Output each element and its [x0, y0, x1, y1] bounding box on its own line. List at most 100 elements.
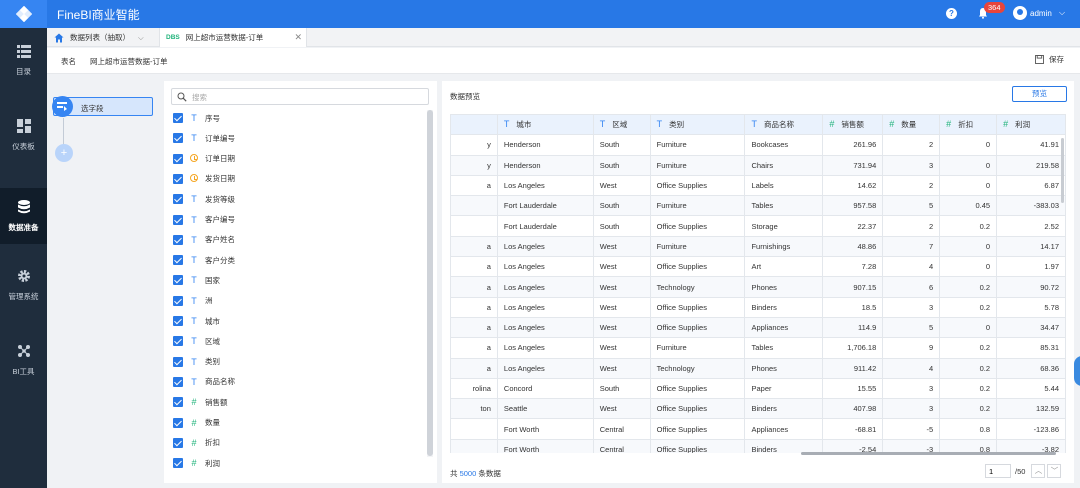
table-row[interactable]: a Los Angeles West Office Supplies Art 7.28 4 0… — [450, 256, 1066, 278]
checkbox-checked-icon[interactable] — [173, 173, 183, 184]
table-row[interactable]: a Los Angeles West Technology Phones 907.15 6 0… — [450, 276, 1066, 298]
chevron-up-icon[interactable]: ︿ — [1031, 464, 1046, 478]
checkbox-checked-icon[interactable] — [173, 295, 183, 306]
column-header[interactable]: # 折扣 — [939, 114, 998, 136]
nav-item-admin[interactable]: 管理系统 — [0, 260, 47, 310]
checkbox-checked-icon[interactable] — [173, 255, 183, 266]
checkbox-checked-icon[interactable] — [173, 113, 183, 123]
column-header[interactable]: # 销售额 — [822, 114, 884, 136]
table-row[interactable]: a Los Angeles West Furniture Furnishings 48.8… — [450, 235, 1066, 258]
chevron-down-icon[interactable]: ⌵ — [1059, 8, 1065, 18]
checkbox-checked-icon[interactable] — [173, 234, 183, 245]
close-icon[interactable]: ✕ — [294, 32, 302, 43]
list-icon — [16, 44, 31, 58]
add-step-button[interactable]: + — [55, 144, 73, 162]
column-header[interactable] — [450, 114, 498, 136]
table-row[interactable]: a Los Angeles West Office Supplies Appliance… — [450, 316, 1066, 339]
app-logo[interactable] — [0, 0, 47, 28]
table-row[interactable]: Fort Lauderdale South Office Supplies Stora… — [450, 215, 1066, 237]
username[interactable]: admin — [1030, 9, 1052, 18]
table-cell: Phones — [744, 357, 824, 379]
field-item[interactable]: T 国家 — [173, 273, 220, 287]
checkbox-checked-icon[interactable] — [173, 397, 183, 408]
column-header[interactable]: T 城市 — [496, 114, 594, 136]
field-item[interactable]: # 利润 — [173, 456, 220, 470]
checkbox-checked-icon[interactable] — [173, 133, 183, 144]
column-header[interactable]: T 类别 — [649, 114, 746, 136]
checkbox-checked-icon[interactable] — [173, 417, 183, 428]
column-name: 商品名称 — [763, 120, 794, 130]
nav-item-label: BI工具 — [12, 366, 35, 376]
field-item[interactable]: # 数量 — [173, 416, 220, 430]
column-header[interactable]: T 区域 — [592, 114, 651, 136]
vertical-scrollbar[interactable] — [1061, 138, 1064, 203]
checkbox-checked-icon[interactable] — [173, 376, 183, 387]
table-cell: Paper — [744, 377, 824, 400]
field-item[interactable]: 订单日期 — [173, 152, 235, 166]
table-row[interactable]: y Henderson South Furniture Bookcases 261.96 2… — [450, 134, 1066, 156]
checkbox-checked-icon[interactable] — [173, 437, 183, 448]
table-cell: Office Supplies — [649, 438, 746, 453]
table-row[interactable]: y Henderson South Furniture Chairs 731.94 3 0 21… — [450, 154, 1066, 176]
field-item[interactable]: T 发货等级 — [173, 192, 235, 206]
text-type-icon: T — [191, 316, 197, 326]
field-item[interactable]: T洲 — [173, 294, 213, 308]
checkbox-checked-icon[interactable] — [173, 214, 183, 225]
field-item[interactable]: T 序号 — [173, 111, 220, 125]
column-header[interactable]: # 利润 — [996, 114, 1066, 136]
field-search[interactable] — [171, 88, 429, 105]
field-item[interactable]: T 城市 — [173, 314, 220, 328]
preview-button[interactable]: 预览 — [1012, 86, 1067, 102]
search-input[interactable] — [192, 91, 422, 103]
floating-assistant-icon[interactable] — [1074, 356, 1080, 386]
save-button[interactable]: 保存 — [1035, 54, 1064, 65]
nav-item-bi-tools[interactable]: BI工具 — [0, 335, 47, 385]
avatar[interactable] — [1013, 6, 1027, 20]
field-item[interactable]: T 客户姓名 — [173, 233, 235, 247]
checkbox-checked-icon[interactable] — [173, 194, 183, 205]
field-list-scrollbar[interactable] — [427, 110, 433, 457]
table-cell: 9 — [882, 337, 941, 359]
table-name-value[interactable]: 网上超市运营数据-订单 — [90, 56, 168, 67]
page-input[interactable] — [985, 464, 1011, 478]
field-item[interactable]: T 区域 — [173, 334, 220, 348]
column-header[interactable]: T 商品名称 — [744, 114, 824, 136]
chevron-down-icon[interactable]: ⌵ — [138, 33, 144, 43]
checkbox-checked-icon[interactable] — [173, 275, 183, 286]
table-row[interactable]: ton Seattle West Office Supplies Binders 407.… — [450, 398, 1066, 420]
table-row[interactable]: a Los Angeles West Office Supplies Binders 18… — [450, 296, 1066, 318]
select-fields-node[interactable]: 选字段 — [52, 96, 153, 117]
table-row[interactable]: a Los Angeles West Furniture Tables 1,706.18 9… — [450, 337, 1066, 359]
tab-data-list[interactable]: 数据列表（抽取） ⌵ — [47, 28, 159, 47]
column-header[interactable]: # 数量 — [882, 114, 941, 136]
field-item[interactable]: T 商品名称 — [173, 375, 235, 389]
field-item[interactable]: # 折扣 — [173, 436, 220, 450]
checkbox-checked-icon[interactable] — [173, 336, 183, 347]
checkbox-checked-icon[interactable] — [173, 458, 183, 469]
table-row[interactable]: Fort Worth Central Office Supplies Binders -… — [450, 438, 1066, 453]
field-item[interactable]: 发货日期 — [173, 172, 235, 186]
field-item[interactable]: # 销售额 — [173, 395, 228, 409]
field-item[interactable]: T 类别 — [173, 355, 220, 369]
chevron-down-icon[interactable]: ﹀ — [1047, 464, 1062, 478]
table-row[interactable]: rolina Concord South Office Supplies Paper 15… — [450, 377, 1066, 400]
table-row[interactable]: a Los Angeles West Office Supplies Labels 14.… — [450, 174, 1066, 197]
nav-item-dashboard[interactable]: 仪表板 — [0, 110, 47, 160]
table-row[interactable]: Fort Lauderdale South Furniture Tables 957.5… — [450, 195, 1066, 217]
checkbox-checked-icon[interactable] — [173, 316, 183, 326]
tab-order-table[interactable]: DBS 网上超市运营数据-订单 ✕ — [159, 28, 307, 47]
field-item[interactable]: T 客户编号 — [173, 213, 235, 227]
table-row[interactable]: Fort Worth Central Office Supplies Applianc… — [450, 418, 1066, 440]
nav-item-catalog[interactable]: 目录 — [0, 35, 47, 85]
field-item[interactable]: T 客户分类 — [173, 253, 235, 267]
field-name: 订单日期 — [205, 154, 235, 164]
checkbox-checked-icon[interactable] — [173, 356, 183, 367]
nav-item-data-prep[interactable]: 数据准备 — [0, 188, 47, 244]
table-row[interactable]: a Los Angeles West Technology Phones 911.42 4 0… — [450, 357, 1066, 379]
checkbox-checked-icon[interactable] — [173, 153, 183, 164]
notification-badge[interactable]: 364 — [984, 2, 1005, 13]
field-name: 客户姓名 — [205, 235, 235, 245]
help-icon[interactable]: ? — [946, 8, 957, 19]
horizontal-scrollbar[interactable] — [801, 452, 1056, 455]
field-item[interactable]: T 订单编号 — [173, 131, 235, 145]
